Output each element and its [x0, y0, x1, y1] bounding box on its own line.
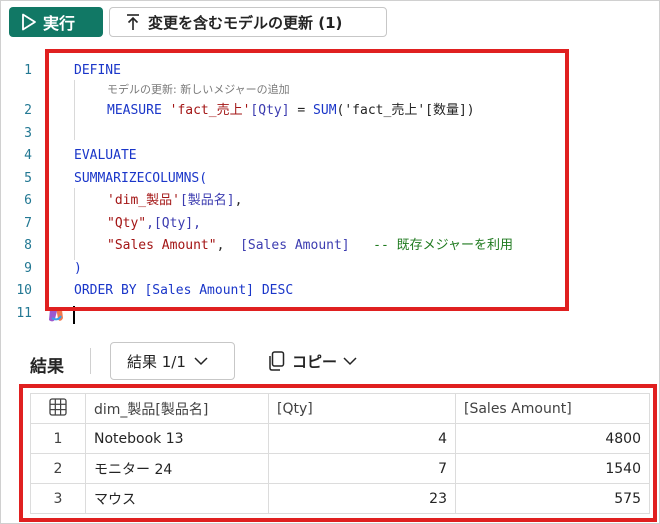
code-line-8: "Sales Amount", [Sales Amount] -- 既存メジャー… [107, 237, 513, 255]
function-args: ('fact_売上'[数量]) [336, 103, 475, 118]
row-number: 1 [30, 423, 86, 454]
cell-sales-amount[interactable]: 1540 [455, 453, 650, 484]
indent-guide [74, 188, 75, 260]
line-number: 5 [24, 171, 32, 186]
keyword-measure: MEASURE [107, 103, 162, 118]
toolbar: 実行 変更を含むモデルの更新 (1) [0, 0, 660, 44]
cell-product[interactable]: モニター 24 [85, 453, 269, 484]
keyword-define: DEFINE [74, 63, 121, 78]
column-ref: [製品名] [179, 193, 235, 208]
chevron-down-icon [194, 357, 208, 366]
select-all-cell[interactable] [30, 393, 86, 424]
row-number: 2 [30, 453, 86, 484]
code-line-7: "Qty",[Qty], [107, 215, 201, 233]
line-number: 3 [24, 126, 32, 141]
code-line-1: DEFINE [74, 62, 121, 80]
keyword-evaluate: EVALUATE [74, 148, 137, 163]
line-number: 10 [16, 283, 32, 298]
code-line-10: ORDER BY [Sales Amount] DESC [74, 282, 293, 300]
function-summarizecolumns: SUMMARIZECOLUMNS( [74, 171, 208, 186]
copy-icon [269, 351, 285, 371]
code-line-2: MEASURE 'fact_売上'[Qty] = SUM('fact_売上'[数… [107, 102, 475, 120]
measure-ref: [Sales Amount] [240, 238, 350, 253]
results-header: 結果 結果 1/1 コピー [0, 338, 660, 384]
table-row[interactable]: 3 マウス 23 575 [30, 483, 650, 514]
text-cursor [73, 306, 75, 324]
column-header-qty[interactable]: [Qty] [268, 393, 456, 424]
copy-label: コピー [292, 352, 338, 371]
punctuation: , [216, 238, 241, 253]
line-number: 8 [24, 238, 32, 253]
results-title: 結果 [30, 357, 64, 377]
play-icon [22, 13, 36, 31]
line-number: 4 [24, 148, 32, 163]
column-ref: ,[Qty], [146, 216, 201, 231]
closing-paren: ) [74, 261, 82, 276]
result-set-select[interactable]: 結果 1/1 [110, 342, 235, 380]
divider [90, 348, 91, 374]
line-number: 6 [24, 193, 32, 208]
table-row[interactable]: 2 モニター 24 7 1540 [30, 453, 650, 484]
line-number: 11 [16, 306, 32, 321]
cell-sales-amount[interactable]: 4800 [455, 423, 650, 454]
punctuation: , [234, 193, 243, 208]
line-number: 2 [24, 103, 32, 118]
cell-sales-amount[interactable]: 575 [455, 483, 650, 514]
string-literal: "Qty" [107, 216, 147, 231]
result-set-label: 結果 1/1 [127, 352, 186, 371]
indent-guide [74, 80, 75, 140]
code-comment: -- 既存メジャーを利用 [349, 238, 513, 253]
line-number: 7 [24, 216, 32, 231]
order-by-clause: ORDER BY [Sales Amount] DESC [74, 283, 294, 298]
results-grid: dim_製品[製品名] [Qty] [Sales Amount] 1 Noteb… [30, 393, 650, 514]
string-literal: "Sales Amount" [107, 238, 217, 253]
line-number: 9 [24, 261, 32, 276]
code-line-9: ) [74, 260, 82, 278]
dax-query-editor[interactable]: 1 2 3 4 5 6 7 8 9 10 11 DEFINE モデルの更新: 新… [0, 48, 660, 338]
copilot-icon[interactable] [47, 307, 65, 323]
column-header-sales-amount[interactable]: [Sales Amount] [455, 393, 650, 424]
codelens-hint[interactable]: モデルの更新: 新しいメジャーの追加 [107, 83, 290, 97]
header-row: dim_製品[製品名] [Qty] [Sales Amount] [30, 393, 650, 424]
run-button[interactable]: 実行 [9, 7, 103, 37]
cell-qty[interactable]: 7 [268, 453, 456, 484]
update-model-label: 変更を含むモデルの更新 (1) [148, 13, 343, 32]
table-ref: 'fact_売上' [169, 103, 251, 118]
code-line-6: 'dim_製品'[製品名], [107, 192, 242, 210]
arrow-up-icon [127, 14, 139, 30]
cell-product[interactable]: Notebook 13 [85, 423, 269, 454]
cell-qty[interactable]: 4 [268, 423, 456, 454]
table-ref: 'dim_製品' [107, 193, 180, 208]
copy-button[interactable]: コピー [268, 342, 357, 380]
column-ref: [Qty] [250, 103, 290, 118]
cell-product[interactable]: マウス [85, 483, 269, 514]
code-line-4: EVALUATE [74, 147, 137, 165]
code-line-5: SUMMARIZECOLUMNS( [74, 170, 207, 188]
cell-qty[interactable]: 23 [268, 483, 456, 514]
function-sum: SUM [313, 103, 337, 118]
column-header-product[interactable]: dim_製品[製品名] [85, 393, 269, 424]
row-number: 3 [30, 483, 86, 514]
run-button-label: 実行 [43, 14, 76, 33]
chevron-down-icon [343, 357, 357, 366]
line-number: 1 [24, 63, 32, 78]
update-model-button[interactable]: 変更を含むモデルの更新 (1) [109, 7, 387, 37]
table-row[interactable]: 1 Notebook 13 4 4800 [30, 423, 650, 454]
table-grid-icon [49, 397, 67, 416]
operator: = [289, 103, 314, 118]
